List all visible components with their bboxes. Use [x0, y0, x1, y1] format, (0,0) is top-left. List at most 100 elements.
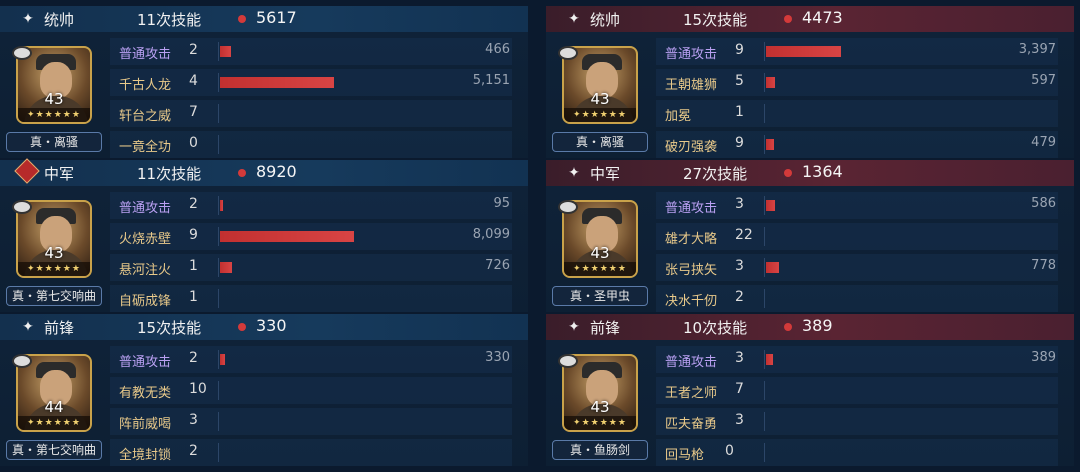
skill-damage: 330 — [485, 350, 510, 365]
skill-name: 王者之师 — [665, 386, 718, 401]
skill-damage: 466 — [485, 42, 510, 57]
damage-bar — [220, 46, 231, 57]
skill-list: 普通攻击 2 330 有教无类 10 阵前威喝 3 全境封锁 2 — [110, 340, 528, 466]
equipment-badge[interactable]: 真・鱼肠剑 — [552, 440, 648, 460]
skill-row: 全境封锁 2 — [110, 437, 528, 468]
damage-bar — [766, 262, 779, 273]
eye-badge-icon — [558, 200, 578, 214]
divider — [764, 412, 765, 431]
skill-count-value: 1 — [735, 104, 744, 120]
role-label: 中军 — [590, 165, 621, 183]
skill-count-value: 3 — [735, 350, 744, 366]
skill-row: 悬河注火 1 726 — [110, 252, 528, 283]
panel-header: ✦ 前锋 10次技能 389 — [546, 314, 1074, 340]
role-label: 统帅 — [590, 11, 621, 29]
damage-bar — [220, 200, 223, 211]
damage-total: 330 — [256, 316, 287, 335]
skill-row: 普通攻击 2 95 — [110, 190, 528, 221]
skill-list: 普通攻击 2 466 千古人龙 4 5,151 轩台之威 7 一竟全功 0 — [110, 32, 528, 158]
damage-bar — [766, 354, 773, 365]
skill-name: 轩台之威 — [119, 109, 172, 124]
damage-total: 1364 — [802, 162, 843, 181]
skill-damage: 479 — [1031, 135, 1056, 150]
skill-count: 10次技能 — [683, 319, 748, 337]
equipment-badge[interactable]: 真・第七交响曲 — [6, 286, 102, 306]
divider — [218, 412, 219, 431]
skill-damage: 778 — [1031, 258, 1056, 273]
skill-name: 匹夫奋勇 — [665, 417, 718, 432]
skill-row: 张弓挟矢 3 778 — [656, 252, 1074, 283]
skill-name: 全境封锁 — [119, 448, 172, 463]
damage-dot-icon — [784, 169, 792, 177]
skill-count-value: 2 — [189, 443, 198, 459]
skill-count-value: 0 — [189, 135, 198, 151]
skill-row: 决水千仞 2 — [656, 283, 1074, 314]
skill-name: 普通攻击 — [119, 47, 172, 62]
skill-name: 自砺成锋 — [119, 294, 172, 309]
panel-header: 中军 11次技能 8920 — [0, 158, 528, 186]
divider — [764, 42, 765, 61]
skill-list: 普通攻击 9 3,397 王朝雄狮 5 597 加冕 1 破刃强袭 9 479 — [656, 32, 1074, 158]
skill-row: 普通攻击 2 466 — [110, 36, 528, 67]
row-background — [656, 100, 1058, 127]
skill-name: 回马枪 — [665, 448, 705, 463]
skill-count-value: 3 — [735, 258, 744, 274]
sparkle-icon: ✦ — [22, 11, 34, 27]
skill-count: 15次技能 — [683, 11, 748, 29]
skill-count-value: 1 — [189, 258, 198, 274]
skill-row: 普通攻击 2 330 — [110, 344, 528, 375]
eye-badge-icon — [558, 354, 578, 368]
skill-row: 雄才大略 22 — [656, 221, 1074, 252]
equipment-badge[interactable]: 真・圣甲虫 — [552, 286, 648, 306]
equipment-badge[interactable]: 真・第七交响曲 — [6, 440, 102, 460]
damage-total: 4473 — [802, 8, 843, 27]
equipment-badge[interactable]: 真・离骚 — [6, 132, 102, 152]
panel-header: ✦ 统帅 15次技能 4473 — [546, 6, 1074, 32]
eye-badge-icon — [558, 46, 578, 60]
skill-damage: 726 — [485, 258, 510, 273]
divider — [764, 104, 765, 123]
skill-row: 王者之师 7 — [656, 375, 1074, 406]
skill-name: 阵前威喝 — [119, 417, 172, 432]
divider — [218, 227, 219, 246]
skill-count: 27次技能 — [683, 165, 748, 183]
skill-count-value: 22 — [735, 227, 753, 243]
star-rating: ✦★★★★★ — [18, 262, 90, 276]
damage-bar — [766, 77, 775, 88]
damage-dot-icon — [238, 15, 246, 23]
team-panel: ✦ 统帅 11次技能 5617 43 ✦★★★★★ 真・离骚 普通攻击 2 466 千古人龙 4 5,1… — [0, 6, 528, 158]
skill-row: 普通攻击 3 586 — [656, 190, 1074, 221]
equipment-badge[interactable]: 真・离骚 — [552, 132, 648, 152]
skill-count-value: 7 — [735, 381, 744, 397]
damage-bar — [766, 200, 775, 211]
skill-row: 普通攻击 9 3,397 — [656, 36, 1074, 67]
role-label: 前锋 — [590, 319, 621, 337]
skill-name: 加冕 — [665, 109, 692, 124]
skill-count-value: 2 — [189, 42, 198, 58]
skill-row: 阵前威喝 3 — [110, 406, 528, 437]
damage-total: 389 — [802, 316, 833, 335]
skill-count-value: 3 — [735, 196, 744, 212]
skill-name: 火烧赤壁 — [119, 232, 172, 247]
role-label: 中军 — [44, 165, 75, 183]
skill-count-value: 3 — [735, 412, 744, 428]
damage-total: 5617 — [256, 8, 297, 27]
divider — [218, 258, 219, 277]
skill-count-value: 3 — [189, 412, 198, 428]
skill-count-value: 7 — [189, 104, 198, 120]
sparkle-icon: ✦ — [568, 11, 580, 27]
skill-row: 火烧赤壁 9 8,099 — [110, 221, 528, 252]
skill-row: 破刃强袭 9 479 — [656, 129, 1074, 160]
divider — [218, 73, 219, 92]
role-label: 统帅 — [44, 11, 75, 29]
skill-damage: 586 — [1031, 196, 1056, 211]
skill-name: 决水千仞 — [665, 294, 718, 309]
skill-count-value: 4 — [189, 73, 198, 89]
skill-name: 普通攻击 — [665, 355, 718, 370]
skill-list: 普通攻击 3 389 王者之师 7 匹夫奋勇 3 回马枪 0 — [656, 340, 1074, 466]
hero-level: 43 — [590, 90, 610, 108]
damage-dot-icon — [784, 323, 792, 331]
damage-bar — [220, 231, 354, 242]
skill-count-value: 2 — [189, 350, 198, 366]
eye-badge-icon — [12, 200, 32, 214]
